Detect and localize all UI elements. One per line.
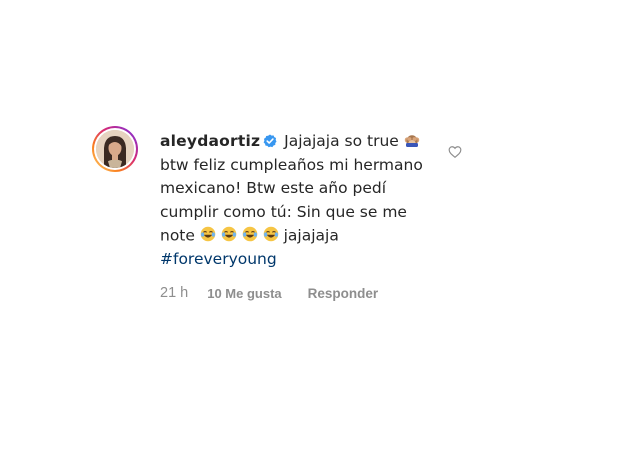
verified-badge-icon — [263, 134, 277, 148]
joy-emoji-icon — [263, 226, 278, 242]
comment-body: aleydaortiz Jajajaja so true btw feliz c… — [160, 130, 440, 271]
likes-count-button[interactable]: 10 Me gusta — [207, 286, 281, 301]
avatar — [96, 130, 134, 168]
comment-timestamp[interactable]: 21 h — [160, 285, 188, 301]
avatar-story-ring[interactable] — [92, 126, 138, 172]
avatar-image — [96, 130, 134, 168]
avatar-frame — [94, 128, 136, 170]
comment-text-part3: jajajaja — [283, 226, 339, 245]
joy-emoji-icon — [200, 226, 216, 242]
like-heart-icon[interactable] — [448, 145, 462, 159]
hashtag-link[interactable]: #foreveryoung — [160, 250, 277, 268]
comment-item: aleydaortiz Jajajaja so true btw feliz c… — [92, 126, 482, 316]
comment-text-part1: Jajajaja so true — [284, 132, 399, 150]
emoji-group — [200, 224, 279, 248]
joy-emoji-icon — [221, 226, 237, 242]
joy-emoji-icon — [242, 226, 258, 242]
reply-button[interactable]: Responder — [308, 286, 379, 301]
see-no-evil-monkey-emoji-icon — [404, 135, 419, 147]
comment-meta: 21 h 10 Me gusta Responder — [160, 285, 378, 301]
username-link[interactable]: aleydaortiz — [160, 132, 260, 150]
